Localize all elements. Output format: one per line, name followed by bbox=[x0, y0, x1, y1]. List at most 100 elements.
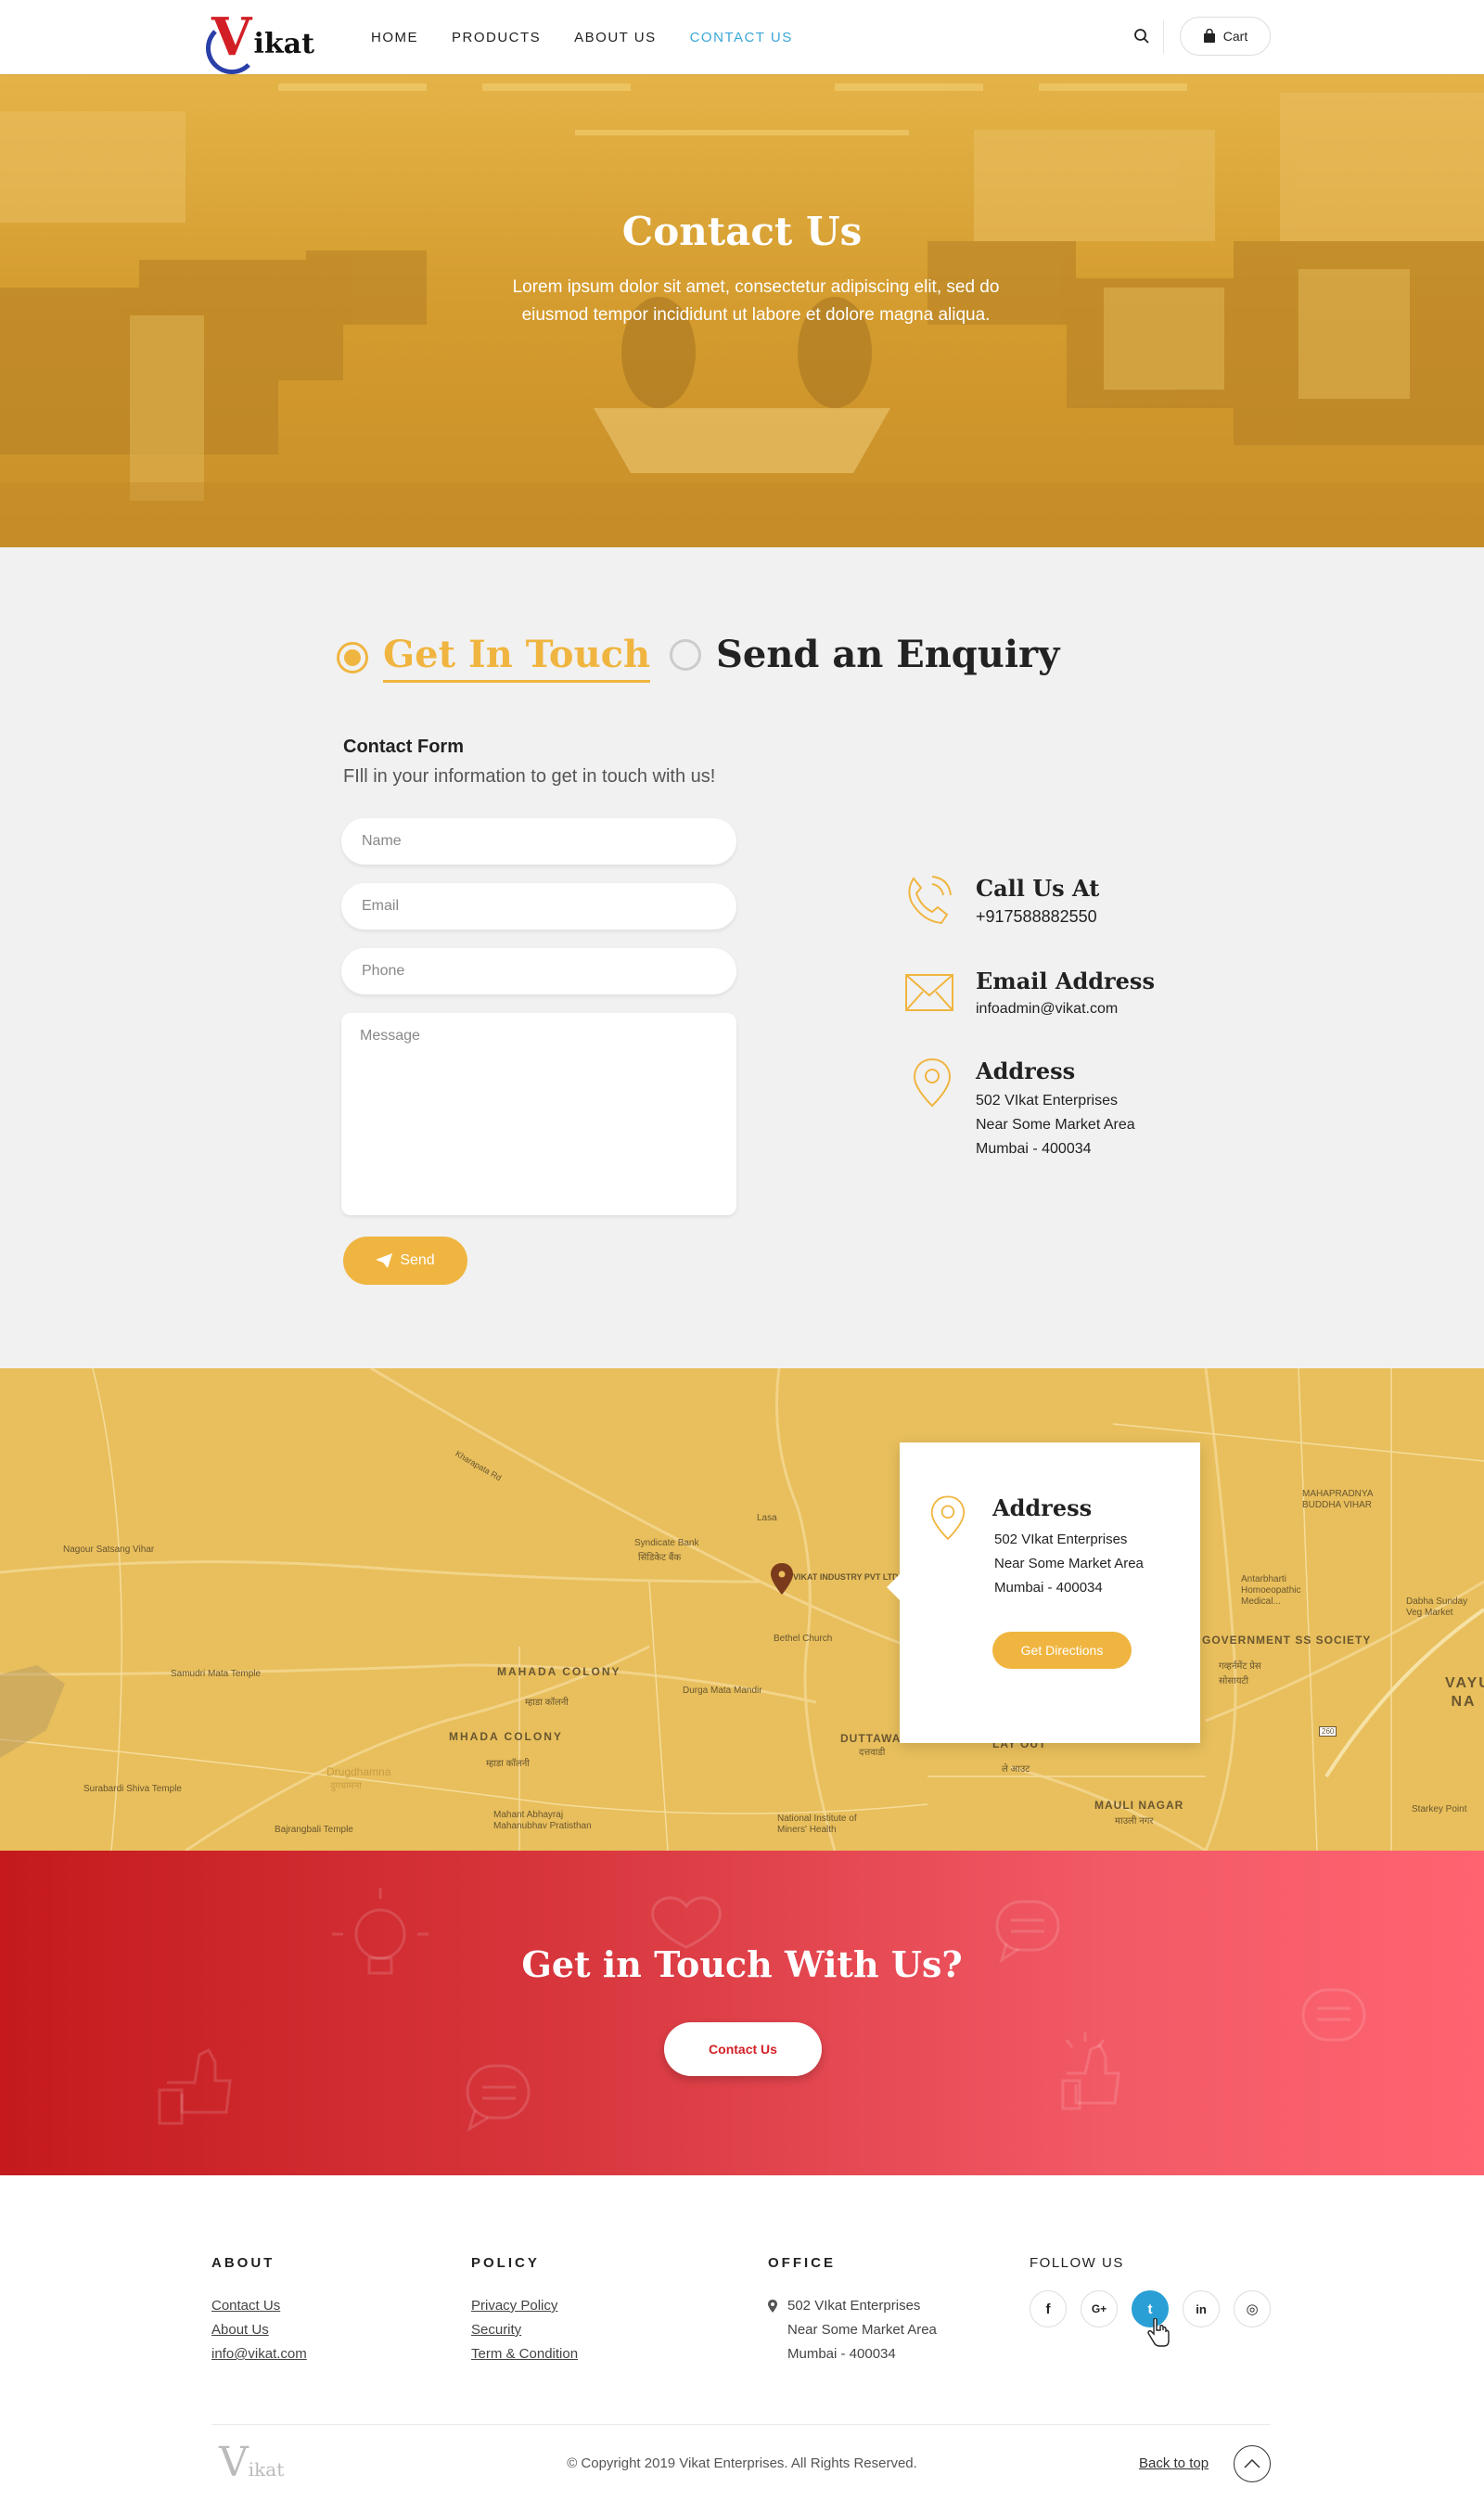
location-map[interactable]: VIKAT INDUSTRY PVT LTD Nagour Satsang Vi… bbox=[0, 1368, 1484, 1851]
map-card-line-3: Mumbai - 400034 bbox=[994, 1580, 1103, 1596]
phone-number: +917588882550 bbox=[976, 907, 1097, 926]
main-nav: HOME PRODUCTS ABOUT US CONTACT US bbox=[371, 0, 793, 74]
footer-link-security[interactable]: Security bbox=[471, 2322, 521, 2338]
hero-subtitle: Lorem ipsum dolor sit amet, consectetur … bbox=[512, 277, 1000, 325]
map-label: Durga Mata Mandir bbox=[683, 1686, 762, 1696]
footer-link-privacy[interactable]: Privacy Policy bbox=[471, 2298, 557, 2314]
map-label: माउली नगर bbox=[1115, 1816, 1154, 1827]
page-title: Contact Us bbox=[621, 209, 863, 254]
paper-plane-icon bbox=[376, 1253, 393, 1268]
footer-office-line-2: Near Some Market Area bbox=[787, 2322, 937, 2338]
nav-contact-us[interactable]: CONTACT US bbox=[690, 30, 793, 45]
map-pin-icon bbox=[913, 1058, 952, 1108]
map-label: दुगधामना bbox=[330, 1781, 362, 1791]
cart-label: Cart bbox=[1222, 29, 1248, 44]
contact-us-button[interactable]: Contact Us bbox=[664, 2022, 822, 2076]
map-label: MHADA COLONY bbox=[449, 1730, 563, 1743]
tab-get-in-touch[interactable]: Get In Touch bbox=[337, 633, 651, 683]
map-label: गव्हर्नमेंट प्रेस सोसायटी bbox=[1219, 1661, 1261, 1686]
chat-bubble-icon bbox=[466, 2064, 531, 2133]
map-label: ले आउट bbox=[1002, 1764, 1030, 1775]
map-pin-icon bbox=[930, 1495, 966, 1541]
map-label: म्हाडा कॉलनी bbox=[525, 1698, 569, 1708]
map-label: Nagour Satsang Vihar bbox=[63, 1545, 155, 1555]
header-divider bbox=[1163, 20, 1164, 54]
map-label: GOVERNMENT SS SOCIETY bbox=[1202, 1634, 1372, 1647]
facebook-icon[interactable]: f bbox=[1030, 2290, 1067, 2327]
shopping-bag-icon bbox=[1203, 29, 1215, 43]
cta-banner: Get in Touch With Us? Contact Us bbox=[0, 1851, 1484, 2175]
footer-follow-heading: FOLLOW US bbox=[1030, 2255, 1124, 2271]
map-roads bbox=[0, 1368, 1484, 1851]
footer-divider bbox=[211, 2424, 1271, 2425]
tab-send-enquiry[interactable]: Send an Enquiry bbox=[670, 633, 1059, 676]
get-directions-button[interactable]: Get Directions bbox=[992, 1632, 1132, 1669]
map-label: Lasa bbox=[757, 1513, 777, 1523]
send-button[interactable]: Send bbox=[343, 1237, 467, 1285]
site-footer: ABOUT Contact Us About Us info@vikat.com… bbox=[0, 2175, 1484, 2500]
nav-home[interactable]: HOME bbox=[371, 30, 418, 45]
map-label: म्हाडा कॉलनी bbox=[486, 1759, 530, 1769]
map-card-line-1: 502 VIkat Enterprises bbox=[994, 1532, 1128, 1547]
email-title: Email Address bbox=[976, 968, 1155, 994]
site-logo[interactable]: V ikat bbox=[205, 6, 314, 74]
back-to-top-link[interactable]: Back to top bbox=[1139, 2455, 1209, 2471]
hand-cursor-icon bbox=[1147, 2318, 1170, 2347]
thumbs-up-icon bbox=[1061, 2032, 1120, 2110]
radio-selected-icon bbox=[337, 642, 368, 673]
phone-input[interactable] bbox=[341, 948, 736, 994]
map-label: MAHAPRADNYA BUDDHA VIHAR bbox=[1302, 1489, 1373, 1510]
map-label: MAULI NAGAR bbox=[1094, 1799, 1184, 1812]
map-label: Dabha Sunday Veg Market bbox=[1406, 1596, 1468, 1618]
map-label: VAYU NA bbox=[1445, 1675, 1484, 1710]
footer-office-line-1: 502 VIkat Enterprises bbox=[787, 2298, 921, 2314]
heart-icon bbox=[651, 1896, 722, 1949]
cta-title: Get in Touch With Us? bbox=[521, 1943, 963, 1985]
search-icon[interactable] bbox=[1133, 28, 1150, 45]
footer-policy-heading: POLICY bbox=[471, 2255, 540, 2271]
map-label: दत्तवाडी bbox=[859, 1748, 886, 1758]
footer-link-email[interactable]: info@vikat.com bbox=[211, 2346, 307, 2362]
thumbs-up-icon bbox=[158, 2048, 232, 2125]
footer-office-heading: OFFICE bbox=[768, 2255, 836, 2271]
location-pin-icon bbox=[768, 2300, 777, 2313]
footer-about-heading: ABOUT bbox=[211, 2255, 275, 2271]
form-title: Contact Form bbox=[343, 737, 464, 757]
footer-link-contact-us[interactable]: Contact Us bbox=[211, 2298, 280, 2314]
map-label: National Institute of Miners' Health bbox=[777, 1814, 857, 1835]
form-subtitle: FIll in your information to get in touch… bbox=[343, 766, 716, 787]
phone-icon bbox=[908, 876, 952, 925]
google-plus-icon[interactable]: G+ bbox=[1081, 2290, 1118, 2327]
map-address-card: Address 502 VIkat Enterprises Near Some … bbox=[887, 1442, 1200, 1743]
tab-get-in-touch-label: Get In Touch bbox=[383, 633, 651, 683]
message-textarea[interactable] bbox=[341, 1013, 736, 1215]
footer-link-about-us[interactable]: About Us bbox=[211, 2322, 269, 2338]
nav-about-us[interactable]: ABOUT US bbox=[574, 30, 656, 45]
email-input[interactable] bbox=[341, 883, 736, 929]
address-line-2: Near Some Market Area bbox=[976, 1117, 1135, 1133]
logo-text: ikat bbox=[253, 27, 314, 60]
map-label: Surabardi Shiva Temple bbox=[83, 1784, 182, 1794]
email-address: infoadmin@vikat.com bbox=[976, 1001, 1119, 1017]
top-navbar: V ikat HOME PRODUCTS ABOUT US CONTACT US… bbox=[0, 0, 1484, 74]
cart-button[interactable]: Cart bbox=[1180, 17, 1271, 56]
map-label: Bajrangbali Temple bbox=[275, 1825, 353, 1835]
map-label: MAHADA COLONY bbox=[497, 1665, 621, 1678]
footer-link-terms[interactable]: Term & Condition bbox=[471, 2346, 578, 2362]
contact-section: Get In Touch Send an Enquiry Contact For… bbox=[0, 547, 1484, 1368]
map-label: Syndicate Bank bbox=[634, 1538, 699, 1548]
map-label: Drugdhamna bbox=[326, 1765, 391, 1778]
name-input[interactable] bbox=[341, 818, 736, 865]
map-label: Antarbharti Homoeopathic Medical... bbox=[1241, 1574, 1301, 1607]
call-title: Call Us At bbox=[976, 875, 1100, 902]
logo-initial: V bbox=[205, 6, 259, 74]
decorative-icons bbox=[158, 1888, 1366, 2133]
nav-products[interactable]: PRODUCTS bbox=[452, 30, 541, 45]
address-line-1: 502 VIkat Enterprises bbox=[976, 1093, 1118, 1109]
chat-bubble-icon bbox=[1301, 1988, 1366, 2042]
linkedin-icon[interactable]: in bbox=[1183, 2290, 1220, 2327]
instagram-icon[interactable]: ◎ bbox=[1234, 2290, 1271, 2327]
chevron-up-icon[interactable] bbox=[1234, 2445, 1271, 2482]
envelope-icon bbox=[905, 974, 953, 1011]
map-label: Starkey Point bbox=[1412, 1804, 1467, 1814]
